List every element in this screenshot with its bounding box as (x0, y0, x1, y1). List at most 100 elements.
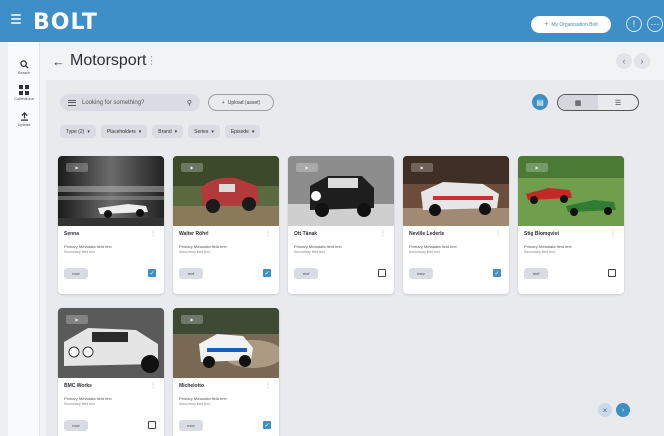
app-logo[interactable]: BOLT (33, 10, 98, 35)
format-badge: ▶ (66, 315, 88, 324)
next-page-button[interactable]: › (634, 53, 650, 69)
chip-label: Placeholders (106, 128, 136, 135)
sidebar-item-collections[interactable]: Collections (8, 85, 40, 101)
format-badge: ▶ (181, 163, 203, 172)
grid-icon (19, 85, 29, 95)
file-format-chip[interactable]: mov (409, 268, 433, 279)
card-title: Senna (64, 231, 80, 237)
title-menu-icon[interactable]: ⋮ (146, 54, 157, 67)
file-format-chip[interactable]: mxf (294, 268, 318, 279)
card-primary-text: Primary Metadata field text (64, 244, 112, 249)
account-icon[interactable]: ⋯ (647, 16, 663, 32)
file-format-chip[interactable]: mxf (179, 268, 203, 279)
search-icon[interactable]: ⚲ (187, 99, 192, 107)
grid-view-button[interactable]: ▦ (558, 95, 598, 110)
asset-card[interactable]: ▶ Senna ⋮ Primary Metadata field text Se… (58, 156, 164, 294)
chevron-down-icon: ▾ (211, 128, 214, 135)
asset-card[interactable]: ▶ Neville Lederle ⋮ Primary Metadata fie… (403, 156, 509, 294)
card-title: BMC Works (64, 383, 92, 389)
select-checkbox[interactable]: ✓ (493, 269, 501, 277)
card-primary-text: Primary Metadata field text (294, 244, 342, 249)
organisation-button[interactable]: + My Organisation Bolt (531, 16, 611, 33)
format-badge: ▶ (296, 163, 318, 172)
file-format-chip[interactable]: mxf (524, 268, 548, 279)
card-secondary-text: Secondary field text (179, 402, 210, 406)
card-secondary-text: Secondary field text (524, 250, 555, 254)
organisation-label: My Organisation Bolt (551, 21, 598, 28)
arrow-right-icon[interactable]: › (616, 403, 630, 417)
sidebar: Search Collections Upload (8, 42, 40, 436)
format-badge: ▶ (526, 163, 548, 172)
asset-card[interactable]: ▶ Michelotto ⋮ Primary Metadata field te… (173, 308, 279, 436)
card-secondary-text: Secondary field text (294, 250, 325, 254)
list-view-button[interactable]: ☰ (598, 95, 638, 110)
card-title: Michelotto (179, 383, 204, 389)
document-icon[interactable]: ▤ (532, 94, 548, 110)
sidebar-item-upload[interactable]: Upload (8, 112, 40, 127)
asset-card[interactable]: ▶ Stig Blomqvist ⋮ Primary Metadata fiel… (518, 156, 624, 294)
more-icon[interactable]: ⋮ (265, 382, 271, 389)
format-badge: ▶ (66, 163, 88, 172)
asset-card[interactable]: ▶ BMC Works ⋮ Primary Metadata field tex… (58, 308, 164, 436)
close-icon[interactable]: × (598, 403, 612, 417)
more-icon[interactable]: ⋮ (150, 382, 156, 389)
sidebar-item-search[interactable]: Search (8, 60, 40, 75)
upload-icon (20, 112, 28, 121)
select-checkbox[interactable]: ✓ (263, 421, 271, 429)
card-secondary-text: Secondary field text (64, 402, 95, 406)
upload-button[interactable]: + Upload (asset) (208, 94, 274, 111)
filter-chip-brand[interactable]: Brand ▾ (152, 125, 184, 138)
more-icon[interactable]: ⋮ (150, 230, 156, 237)
more-icon[interactable]: ⋮ (495, 230, 501, 237)
more-icon[interactable]: ⋮ (610, 230, 616, 237)
card-primary-text: Primary Metadata field text (409, 244, 457, 249)
format-badge: ▶ (181, 315, 203, 324)
asset-card[interactable]: ▶ Ott Tänak ⋮ Primary Metadata field tex… (288, 156, 394, 294)
card-title: Stig Blomqvist (524, 231, 560, 237)
filter-chip-placeholders[interactable]: Placeholders ▾ (100, 125, 148, 138)
back-arrow-icon[interactable]: ← (52, 54, 65, 69)
main-content: ← Motorsport ⋮ ‹ › Looking for something… (40, 42, 664, 436)
file-format-chip[interactable]: mov (64, 420, 88, 431)
more-icon[interactable]: ⋮ (265, 230, 271, 237)
menu-icon[interactable] (11, 14, 21, 24)
filter-chip-episode[interactable]: Episode ▾ (224, 125, 261, 138)
chevron-down-icon: ▾ (138, 128, 142, 135)
card-title: Neville Lederle (409, 231, 445, 237)
chevron-down-icon: ▾ (87, 128, 90, 135)
file-format-chip[interactable]: mov (179, 420, 203, 431)
prev-page-button[interactable]: ‹ (616, 53, 632, 69)
chevron-down-icon: ▾ (251, 128, 255, 135)
upload-label: Upload (asset) (227, 99, 261, 106)
filter-menu-icon[interactable] (68, 99, 76, 106)
select-checkbox[interactable]: ✓ (148, 269, 156, 277)
sidebar-item-label: Collections (14, 96, 34, 101)
collection-panel: Looking for something? ⚲ + Upload (asset… (46, 80, 664, 436)
view-toggle: ▦ ☰ (557, 94, 639, 111)
filter-chip-series[interactable]: Series ▾ (188, 125, 220, 138)
search-input[interactable]: Looking for something? ⚲ (60, 94, 200, 111)
card-secondary-text: Secondary field text (179, 250, 210, 254)
chip-label: Brand (158, 128, 172, 135)
asset-card[interactable]: ▶ Walter Röhrl ⋮ Primary Metadata field … (173, 156, 279, 294)
more-icon[interactable]: ⋮ (380, 230, 386, 237)
chip-label: Series (194, 128, 209, 135)
search-icon (19, 60, 29, 69)
search-placeholder: Looking for something? (82, 99, 145, 106)
top-bar: BOLT + My Organisation Bolt ! ⋯ (0, 0, 664, 42)
chip-label: Type (2) (66, 128, 85, 135)
filter-bar: Type (2) ▾ Placeholders ▾ Brand ▾ Series ▾ E… (60, 125, 261, 138)
select-checkbox[interactable] (148, 421, 156, 429)
info-icon[interactable]: ! (626, 16, 642, 32)
card-primary-text: Primary Metadata field text (179, 244, 227, 249)
select-checkbox[interactable] (608, 269, 616, 277)
chip-label: Episode (230, 128, 249, 135)
select-checkbox[interactable]: ✓ (263, 269, 271, 277)
format-badge: ▶ (411, 163, 433, 172)
sidebar-item-label: Search (17, 70, 31, 75)
chevron-down-icon: ▾ (174, 128, 178, 135)
filter-chip-type[interactable]: Type (2) ▾ (60, 125, 96, 138)
page-title: Motorsport (70, 52, 147, 69)
file-format-chip[interactable]: mov (64, 268, 88, 279)
select-checkbox[interactable] (378, 269, 386, 277)
